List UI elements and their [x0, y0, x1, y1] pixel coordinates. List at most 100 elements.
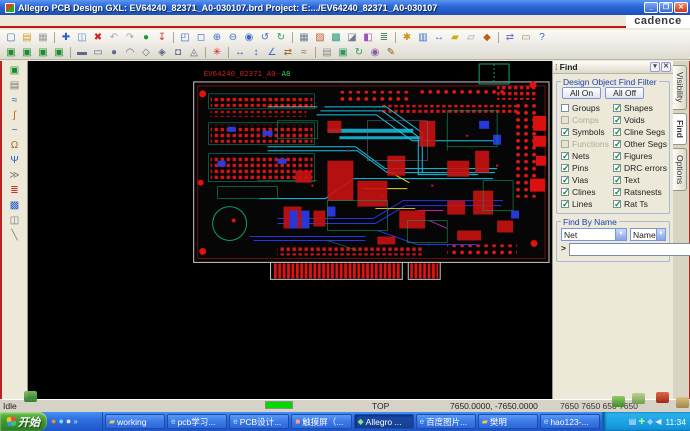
- autoroute-icon[interactable]: ⇄: [281, 46, 295, 59]
- filter-checkbox-cline-segs[interactable]: Cline Segs: [613, 126, 667, 137]
- task-button-pcb设计[interactable]: e PCB设计...: [229, 414, 289, 429]
- save-icon[interactable]: ▦: [36, 31, 50, 44]
- dehighlight-icon[interactable]: ▱: [464, 31, 478, 44]
- panel-tab-options[interactable]: Options: [673, 148, 687, 191]
- pattern-route-icon[interactable]: ≣: [8, 184, 22, 197]
- filter-checkbox-voids[interactable]: Voids: [613, 114, 667, 125]
- desktop-shortcut-icon[interactable]: [632, 393, 645, 404]
- show-measure-icon[interactable]: ↔: [432, 31, 446, 44]
- filter-checkbox-vias[interactable]: Vias: [561, 174, 612, 185]
- slide-icon[interactable]: ∫: [8, 109, 22, 122]
- padstack-b-icon[interactable]: ▣: [20, 46, 34, 59]
- drc-update-icon[interactable]: ▣: [336, 46, 350, 59]
- filter-checkbox-pins[interactable]: Pins: [561, 162, 612, 173]
- waive-drc-icon[interactable]: ◆: [480, 31, 494, 44]
- find-panel-header[interactable]: ⁞ Find ▾ ✕: [553, 61, 673, 74]
- assign-color-icon[interactable]: ◧: [361, 31, 375, 44]
- start-button[interactable]: 开始: [0, 412, 47, 431]
- add-connect-icon[interactable]: ≈: [8, 94, 22, 107]
- fetion-icon[interactable]: ●: [51, 417, 56, 426]
- chevron-down-icon[interactable]: ▼: [615, 229, 626, 240]
- all-on-button[interactable]: All On: [562, 87, 601, 99]
- zoom-points-icon[interactable]: ◉: [242, 31, 256, 44]
- filter-checkbox-shapes[interactable]: Shapes: [613, 102, 667, 113]
- redraw-icon[interactable]: ↻: [274, 31, 288, 44]
- title-bar[interactable]: Allegro PCB Design GXL: EV64240_82371_A0…: [0, 0, 690, 15]
- task-button-百度图片[interactable]: e 百度图片...: [416, 414, 476, 429]
- measure-icon[interactable]: ↔: [233, 46, 247, 59]
- delay-tune-icon[interactable]: Ω: [8, 139, 22, 152]
- panel-tab-find[interactable]: Find: [673, 113, 687, 145]
- add-pin-icon[interactable]: ▣: [8, 64, 22, 77]
- padstack-c-icon[interactable]: ▣: [36, 46, 50, 59]
- shape-void-icon[interactable]: ◘: [171, 46, 185, 59]
- add-rect-icon[interactable]: ▭: [91, 46, 105, 59]
- redo-icon[interactable]: ↷: [123, 31, 137, 44]
- delete-icon[interactable]: ✖: [91, 31, 105, 44]
- chevron-down-icon[interactable]: ▼: [656, 229, 665, 240]
- filter-checkbox-clines[interactable]: Clines: [561, 186, 612, 197]
- filter-checkbox-drc-errors[interactable]: DRC errors: [613, 162, 667, 173]
- help-icon[interactable]: ?: [535, 31, 549, 44]
- panel-pin-icon[interactable]: ▾: [650, 62, 660, 72]
- filter-checkbox-rat-ts[interactable]: Rat Ts: [613, 198, 667, 209]
- design-canvas[interactable]: EV64240_82371_A0- A8: [28, 61, 552, 399]
- shape-color-icon[interactable]: ●: [139, 31, 153, 44]
- ime-icon[interactable]: ▤: [629, 418, 637, 426]
- color-priority-icon[interactable]: ▨: [313, 31, 327, 44]
- ie-icon[interactable]: ●: [58, 417, 63, 426]
- shadow-mode-icon[interactable]: ◪: [345, 31, 359, 44]
- desktop-shortcut-icon[interactable]: [676, 397, 689, 408]
- scriptlet-icon[interactable]: ✎: [384, 46, 398, 59]
- diagonal-line-icon[interactable]: ╲: [8, 229, 22, 242]
- new-icon[interactable]: ▢: [4, 31, 18, 44]
- status-icon[interactable]: ↻: [352, 46, 366, 59]
- filter-checkbox-nets[interactable]: Nets: [561, 150, 612, 161]
- show-element-icon[interactable]: ✱: [400, 31, 414, 44]
- task-button-working[interactable]: ▰ working: [105, 414, 165, 429]
- find-mode-select[interactable]: Name ▼: [630, 228, 666, 241]
- qq-icon[interactable]: ●: [66, 417, 71, 426]
- move-icon[interactable]: ✚: [59, 31, 73, 44]
- ratsnest-icon[interactable]: ✳: [210, 46, 224, 59]
- open-icon[interactable]: ▤: [20, 31, 34, 44]
- minimize-button[interactable]: _: [644, 2, 658, 13]
- copy-route-icon[interactable]: ◫: [8, 214, 22, 227]
- edit-vertex-icon[interactable]: ◬: [187, 46, 201, 59]
- angle-icon[interactable]: ∠: [265, 46, 279, 59]
- filter-checkbox-functions[interactable]: Functions: [561, 138, 612, 149]
- grid-toggle-icon[interactable]: ▦: [297, 31, 311, 44]
- layers-icon[interactable]: ≣: [377, 31, 391, 44]
- spread-lines-icon[interactable]: ≫: [8, 169, 22, 182]
- filter-checkbox-groups[interactable]: Groups: [561, 102, 612, 113]
- zoom-previous-icon[interactable]: ↺: [258, 31, 272, 44]
- zoom-fit-icon[interactable]: ◻: [194, 31, 208, 44]
- filter-checkbox-comps[interactable]: Comps: [561, 114, 612, 125]
- smd-pin-icon[interactable]: ▤: [8, 79, 22, 92]
- add-line-icon[interactable]: ▬: [75, 46, 89, 59]
- filter-checkbox-symbols[interactable]: Symbols: [561, 126, 612, 137]
- padstack-d-icon[interactable]: ▣: [52, 46, 66, 59]
- mail-icon[interactable]: ▭: [519, 31, 533, 44]
- panel-tab-visibility[interactable]: Visibility: [673, 65, 687, 110]
- shape-polygon-icon[interactable]: ◇: [139, 46, 153, 59]
- filter-checkbox-lines[interactable]: Lines: [561, 198, 612, 209]
- panel-close-icon[interactable]: ✕: [661, 62, 671, 72]
- task-button-allegro[interactable]: ◆ Allegro ...: [354, 414, 414, 429]
- replace-pad-icon[interactable]: ◉: [368, 46, 382, 59]
- padstack-a-icon[interactable]: ▣: [4, 46, 18, 59]
- messenger-icon[interactable]: ◆: [647, 418, 653, 426]
- add-arc-icon[interactable]: ◠: [123, 46, 137, 59]
- antivirus-icon[interactable]: ✚: [638, 418, 645, 426]
- highlight-icon[interactable]: ▰: [448, 31, 462, 44]
- undo-icon[interactable]: ↶: [107, 31, 121, 44]
- filter-checkbox-figures[interactable]: Figures: [613, 150, 667, 161]
- zoom-out-icon[interactable]: ⊖: [226, 31, 240, 44]
- close-button[interactable]: ✕: [674, 2, 688, 13]
- show-property-icon[interactable]: ▥: [416, 31, 430, 44]
- filter-checkbox-text[interactable]: Text: [613, 174, 667, 185]
- task-button-触摸屏[interactable]: ■ 触摸屏（...: [291, 414, 351, 429]
- pin-icon[interactable]: ↧: [155, 31, 169, 44]
- dimension-icon[interactable]: ↕: [249, 46, 263, 59]
- shape-select-icon[interactable]: ◈: [155, 46, 169, 59]
